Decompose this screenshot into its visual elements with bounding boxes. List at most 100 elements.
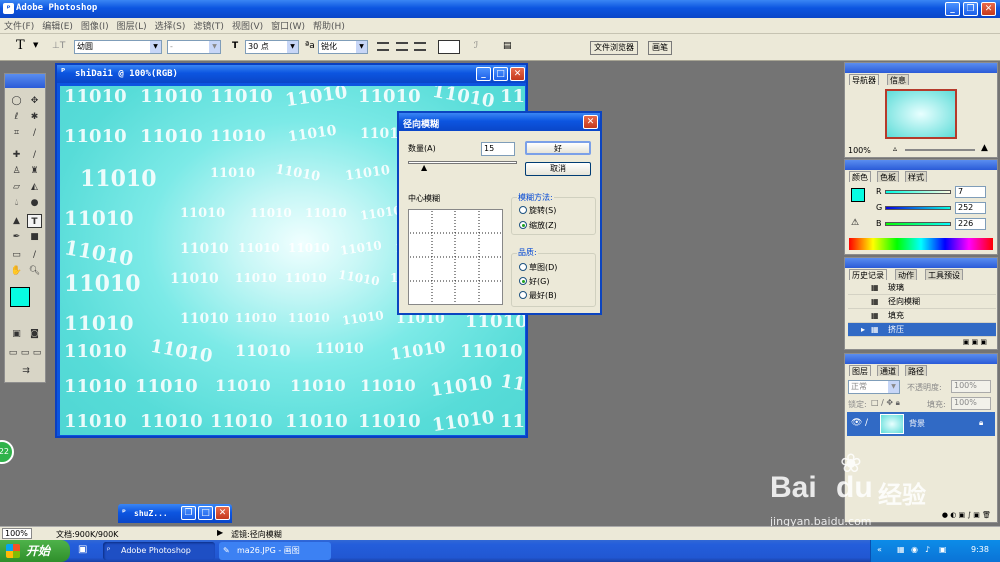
eye-icon[interactable]: 👁︎: [851, 418, 862, 428]
slice-icon[interactable]: ∕: [27, 126, 42, 140]
doc-close-button[interactable]: ✕: [510, 67, 525, 81]
menu-view[interactable]: 视图(V): [232, 19, 263, 32]
tab-color[interactable]: 颜色: [849, 171, 871, 182]
zoom-slider[interactable]: [905, 149, 975, 151]
status-arrow-icon[interactable]: ▶: [217, 528, 223, 537]
standard-mode-icon[interactable]: ▣: [9, 327, 24, 341]
g-slider[interactable]: [885, 206, 951, 210]
minimize-button[interactable]: _: [945, 2, 960, 16]
healing-icon[interactable]: ✚: [9, 148, 24, 162]
foreground-color-swatch[interactable]: [10, 287, 30, 307]
tab-channels[interactable]: 通道: [877, 365, 899, 376]
text-tool-icon[interactable]: T: [16, 38, 25, 53]
document-title-bar[interactable]: ᴾ shiDai1 @ 100%(RGB) _ □ ✕: [57, 65, 526, 83]
text-color-swatch[interactable]: [438, 40, 460, 54]
brush-icon[interactable]: ∕: [27, 148, 42, 162]
hand-icon[interactable]: ✋: [9, 264, 24, 278]
screen-mode-1-icon[interactable]: ▭: [7, 346, 19, 360]
magic-wand-icon[interactable]: ✱: [27, 110, 42, 124]
panel-header[interactable]: [845, 63, 997, 73]
ok-button[interactable]: 好: [525, 141, 591, 155]
type-tool-icon[interactable]: T: [27, 214, 42, 228]
shape-icon[interactable]: ■: [27, 230, 42, 244]
pen-icon[interactable]: ✒: [9, 230, 24, 244]
dialog-title-bar[interactable]: 径向模糊 ✕: [399, 113, 600, 131]
panel-header[interactable]: [845, 160, 997, 170]
crop-icon[interactable]: ⌗: [9, 126, 24, 140]
menu-select[interactable]: 选择(S): [155, 19, 186, 32]
menu-edit[interactable]: 编辑(E): [42, 19, 73, 32]
tab-history[interactable]: 历史记录: [849, 269, 887, 280]
blur-icon[interactable]: 💧︎: [9, 196, 24, 210]
status-zoom[interactable]: 100%: [2, 528, 32, 539]
notes-icon[interactable]: ▭: [9, 248, 24, 262]
align-right-icon[interactable]: [414, 42, 426, 51]
blur-center-grid[interactable]: [408, 209, 503, 305]
amount-slider-thumb[interactable]: ▲: [421, 163, 427, 172]
doc-minimize-button[interactable]: _: [476, 67, 491, 81]
tab-brushes[interactable]: 画笔: [648, 41, 672, 55]
task-paint[interactable]: ✎ ma26.JPG - 画图: [219, 542, 331, 560]
panel-header[interactable]: [845, 354, 997, 364]
quality-draft-option[interactable]: 草图(D): [519, 262, 557, 273]
tray-icon[interactable]: ▣: [939, 545, 947, 554]
tab-styles[interactable]: 样式: [905, 171, 927, 182]
amount-input[interactable]: 15: [481, 142, 515, 156]
restore-button[interactable]: ❐: [963, 2, 978, 16]
move-icon[interactable]: ✥: [27, 94, 42, 108]
method-spin-option[interactable]: 旋转(S): [519, 205, 556, 216]
eyedropper-icon[interactable]: ∕: [27, 248, 42, 262]
dropdown-arrow-icon[interactable]: ▼: [33, 41, 38, 49]
layer-row[interactable]: 👁︎ ∕ 背景 🔒︎: [847, 412, 995, 436]
r-input[interactable]: 7: [955, 186, 986, 198]
quality-good-option[interactable]: 好(G): [519, 276, 549, 287]
dodge-icon[interactable]: ●: [27, 196, 42, 210]
minimized-document[interactable]: ᴾ shuZ... ❐ □ ✕: [118, 504, 232, 523]
stamp-icon[interactable]: ♙: [9, 164, 24, 178]
doc-maximize-button[interactable]: □: [493, 67, 508, 81]
orientation-icon[interactable]: ⊥T: [52, 41, 65, 51]
eraser-icon[interactable]: ▱: [9, 180, 24, 194]
opacity-input[interactable]: 100%: [951, 380, 991, 393]
menu-help[interactable]: 帮助(H): [313, 19, 345, 32]
screen-mode-2-icon[interactable]: ▭: [19, 346, 31, 360]
tab-layers[interactable]: 图层: [849, 365, 871, 376]
antialias-select[interactable]: 锐化 ▼: [318, 40, 368, 54]
mini-restore-button[interactable]: ❐: [181, 506, 196, 520]
fill-input[interactable]: 100%: [951, 397, 991, 410]
tray-icon[interactable]: ◉: [911, 545, 918, 554]
b-slider[interactable]: [885, 222, 951, 226]
tab-file-browser[interactable]: 文件浏览器: [590, 41, 638, 55]
tab-info[interactable]: 信息: [887, 74, 909, 85]
menu-layer[interactable]: 图层(L): [117, 19, 147, 32]
tray-arrow-icon[interactable]: «: [877, 545, 882, 554]
path-select-icon[interactable]: ▲: [9, 214, 24, 228]
b-input[interactable]: 226: [955, 218, 986, 230]
cancel-button[interactable]: 取消: [525, 162, 591, 176]
jump-to-imageready-icon[interactable]: ⇉: [15, 364, 37, 378]
start-button[interactable]: 开始: [0, 540, 70, 562]
font-size-select[interactable]: 30 点 ▼: [245, 40, 299, 54]
menu-image[interactable]: 图像(I): [81, 19, 109, 32]
blend-mode-select[interactable]: 正常 ▼: [848, 380, 900, 394]
quicklaunch-icon[interactable]: ▣: [78, 544, 87, 555]
dialog-close-button[interactable]: ✕: [583, 115, 598, 129]
panel-header[interactable]: [845, 258, 997, 268]
mini-close-button[interactable]: ✕: [215, 506, 230, 520]
tab-tool-presets[interactable]: 工具预设: [925, 269, 963, 280]
zoom-out-icon[interactable]: ▵: [893, 144, 897, 153]
tab-actions[interactable]: 动作: [895, 269, 917, 280]
method-zoom-option[interactable]: 缩放(Z): [519, 220, 557, 231]
font-style-select[interactable]: - ▼: [167, 40, 221, 54]
lasso-icon[interactable]: ℓ: [9, 110, 24, 124]
palettes-icon[interactable]: ▤: [503, 41, 512, 51]
tray-icon[interactable]: ▦: [897, 545, 905, 554]
tab-swatches[interactable]: 色板: [877, 171, 899, 182]
history-brush-icon[interactable]: ♜: [27, 164, 42, 178]
toolbox-header[interactable]: [5, 74, 45, 88]
tab-paths[interactable]: 路径: [905, 365, 927, 376]
lock-icons[interactable]: □ ∕ ✥ 🔒︎: [871, 398, 900, 408]
brush-link-icon[interactable]: ∕: [865, 418, 868, 428]
align-center-icon[interactable]: [396, 42, 408, 51]
nav-zoom-value[interactable]: 100%: [848, 146, 871, 155]
